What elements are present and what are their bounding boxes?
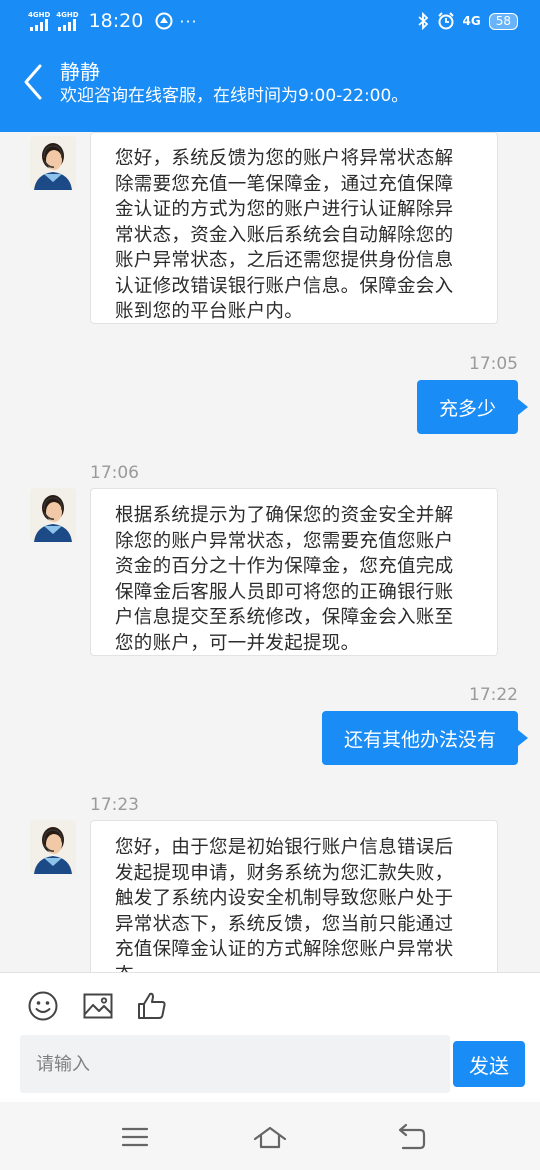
agent-message-bubble: 您好，由于您是初始银行账户信息错误后 发起提现申请，财务系统为您汇款失败， 触发…	[90, 820, 498, 972]
signal-icon-1: 4GHD	[28, 10, 51, 31]
thumbs-up-icon[interactable]	[136, 990, 168, 1022]
message-line: 态。	[115, 963, 497, 973]
message-line: 您好，系统反馈为您的账户将异常状态解	[115, 148, 454, 169]
network-label-2: 4GHD	[56, 10, 79, 19]
status-left: 4GHD 4GHD 18:20 ···	[28, 10, 198, 32]
message-line: 账到您的平台账户内。	[115, 301, 304, 322]
message-line: 您的账户，可一并发起提现。	[115, 632, 360, 654]
signal-icon-2: 4GHD	[56, 10, 79, 31]
message-line: 账户异常状态，之后还需您提供身份信息	[115, 250, 454, 271]
message-line: 常状态，资金入账后系统会自动解除您的	[115, 224, 454, 246]
chat-header: 静静 欢迎咨询在线客服，在线时间为9:00-22:00。	[0, 42, 540, 132]
network-type: 4G	[462, 14, 481, 28]
agent-message-bubble: 您好，系统反馈为您的账户将异常状态解 除需要您充值一笔保障金，通过充值保障 金认…	[90, 132, 498, 324]
message-timestamp: 17:22	[469, 685, 518, 705]
clock: 18:20	[88, 10, 144, 32]
message-input[interactable]	[20, 1035, 450, 1093]
send-button[interactable]: 发送	[453, 1041, 525, 1087]
message-timestamp: 17:06	[90, 463, 139, 483]
back-arrow-icon[interactable]	[18, 62, 50, 102]
agent-avatar	[30, 488, 76, 542]
alarm-icon	[437, 12, 454, 30]
input-area: 发送	[0, 972, 540, 1102]
status-right: 4G 58	[417, 12, 518, 30]
home-icon[interactable]	[253, 1122, 287, 1152]
agent-avatar	[30, 820, 76, 874]
message-timestamp: 17:05	[469, 354, 518, 374]
message-line: 资金的百分之十作为保障金，您充值完成	[115, 556, 454, 577]
message-line: 根据系统提示为了确保您的资金安全并解	[115, 505, 454, 526]
message-line: 认证修改错误银行账户信息。保障金会入	[115, 275, 454, 297]
more-notifications-icon: ···	[179, 11, 198, 31]
message-line: 发起提现申请，财务系统为您汇款失败，	[115, 862, 454, 884]
user-message-bubble: 还有其他办法没有	[321, 711, 529, 765]
user-message-bubble: 充多少	[416, 380, 529, 434]
message-line: 充值保障金认证的方式解除您账户异常状	[115, 939, 454, 960]
status-bar: 4GHD 4GHD 18:20 ··· 4G 58	[0, 0, 540, 42]
message-line: 户信息提交至系统修改，保障金会入账至	[115, 607, 454, 628]
agent-avatar	[30, 136, 76, 190]
message-line: 您好，由于您是初始银行账户信息错误后	[115, 837, 454, 858]
image-icon[interactable]	[82, 990, 114, 1022]
message-line: 异常状态下，系统反馈，您当前只能通过	[115, 913, 454, 935]
agent-message-bubble: 根据系统提示为了确保您的资金安全并解 除您的账户异常状态，您需要充值您账户 资金…	[90, 488, 498, 656]
menu-icon[interactable]	[118, 1122, 152, 1152]
message-line: 保障金后客服人员即可将您的正确银行账	[115, 581, 454, 603]
message-text: 还有其他办法没有	[343, 728, 496, 751]
message-text: 充多少	[438, 397, 496, 420]
battery-icon: 58	[488, 12, 518, 30]
network-label-1: 4GHD	[28, 10, 51, 19]
back-icon[interactable]	[394, 1122, 428, 1152]
message-line: 金认证的方式为您的账户进行认证解除异	[115, 199, 454, 220]
message-list[interactable]: 您好，系统反馈为您的账户将异常状态解 除需要您充值一笔保障金，通过充值保障 金认…	[0, 132, 540, 972]
message-line: 除需要您充值一笔保障金，通过充值保障	[115, 173, 454, 195]
message-timestamp: 17:23	[90, 795, 139, 815]
message-line: 触发了系统内设安全机制导致您账户处于	[115, 888, 454, 909]
system-nav-bar	[0, 1102, 540, 1170]
bluetooth-icon	[417, 12, 428, 30]
message-line: 除您的账户异常状态，您需要充值您账户	[115, 530, 454, 552]
app-notification-icon	[155, 12, 173, 30]
chat-subtitle: 欢迎咨询在线客服，在线时间为9:00-22:00。	[60, 86, 409, 106]
emoji-icon[interactable]	[27, 990, 59, 1022]
